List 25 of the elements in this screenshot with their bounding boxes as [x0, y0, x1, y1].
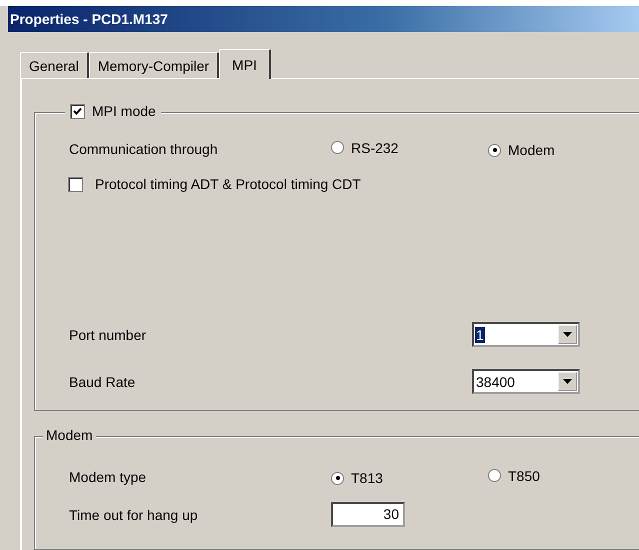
tab[interactable]: General [20, 52, 89, 78]
checkbox[interactable]: Protocol timing ADT & Protocol timing CDT [68, 176, 361, 192]
number-field[interactable]: 30 [331, 502, 405, 527]
label: Communication through [69, 140, 219, 156]
checkbox[interactable]: MPI mode [65, 103, 161, 119]
checkbox-icon[interactable] [70, 104, 85, 118]
checkbox-icon[interactable] [68, 176, 83, 192]
group-title: Modem [43, 427, 96, 443]
label: Time out for hang up [69, 506, 199, 522]
label: Modem type [69, 468, 148, 484]
radio-button[interactable]: T850 [488, 468, 540, 484]
window-title: Properties - PCD1.M137 [9, 11, 168, 27]
radio-icon[interactable] [488, 144, 501, 156]
dropdown[interactable]: 38400 [472, 369, 580, 394]
radio-icon[interactable] [331, 141, 344, 154]
tab[interactable]: Memory-Compiler [88, 52, 220, 78]
dropdown[interactable]: 1 [472, 322, 580, 347]
radio-button[interactable]: RS-232 [331, 140, 398, 156]
tab[interactable]: MPI [219, 49, 271, 79]
label: Baud Rate [69, 374, 136, 390]
radio-button[interactable]: T813 [331, 470, 383, 486]
label: Port number [69, 326, 148, 342]
radio-icon[interactable] [488, 469, 501, 482]
radio-button[interactable]: Modem [488, 142, 555, 158]
radio-icon[interactable] [331, 472, 344, 484]
